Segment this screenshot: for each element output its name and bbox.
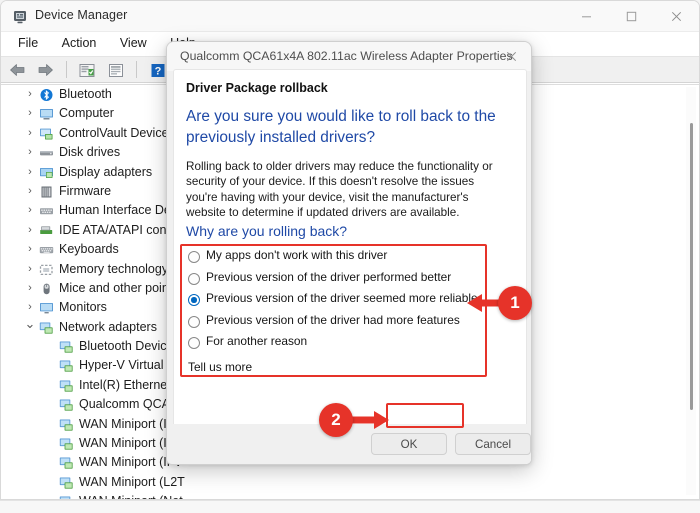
properties-icon[interactable] — [75, 58, 99, 82]
dialog-close-icon[interactable] — [491, 42, 531, 71]
tree-item-label: Monitors — [59, 300, 107, 315]
network-adapter-icon — [59, 418, 74, 432]
tree-item-label: Mice and other pointin — [59, 280, 182, 295]
rollback-reason-option[interactable]: My apps don't work with this driver — [186, 247, 498, 269]
rollback-reason-group: My apps don't work with this driver Previ… — [186, 247, 498, 355]
radio-label: For another reason — [206, 334, 308, 348]
maximize-button[interactable] — [609, 1, 654, 32]
controlvault-icon — [39, 127, 54, 141]
memory-icon — [39, 263, 54, 277]
tree-item-label: Keyboards — [59, 242, 119, 257]
tree-item-label: Disk drives — [59, 145, 121, 160]
rollback-subtitle: Driver Package rollback — [186, 81, 328, 95]
tree-item-label: WAN Miniport (L2T — [79, 474, 185, 489]
display-adapter-icon — [39, 166, 54, 180]
menu-item-view[interactable]: View — [111, 32, 157, 55]
rollback-reason-option[interactable]: Previous version of the driver had more … — [186, 312, 498, 334]
radio-button[interactable] — [188, 315, 200, 328]
radio-label: Previous version of the driver performed… — [206, 269, 452, 284]
chevron-right-icon[interactable]: › — [23, 240, 37, 259]
tell-us-more-label: Tell us more — [188, 360, 253, 374]
close-button[interactable] — [654, 1, 699, 32]
forward-arrow-icon[interactable] — [33, 58, 57, 82]
chevron-right-icon[interactable]: › — [23, 201, 37, 220]
radio-label: Previous version of the driver seemed mo… — [206, 291, 478, 305]
window-titlebar: Device Manager — [1, 1, 699, 32]
toolbar-separator — [65, 61, 67, 78]
annotation-badge-1: 1 — [498, 286, 532, 320]
tree-item-label: WAN Miniport (Net — [79, 492, 183, 499]
chevron-right-icon[interactable]: › — [23, 143, 37, 162]
chevron-right-icon[interactable]: › — [23, 182, 37, 201]
menu-item-action[interactable]: Action — [53, 32, 107, 55]
rollback-reason-option[interactable]: Previous version of the driver performed… — [186, 269, 498, 291]
keyboard-icon — [39, 243, 54, 257]
network-adapter-icon — [59, 379, 74, 393]
chevron-right-icon[interactable]: › — [23, 279, 37, 298]
tree-item-label: WAN Miniport (IP) — [79, 436, 180, 451]
radio-button[interactable] — [188, 272, 200, 285]
tree-item-label: Network adapters — [59, 319, 157, 334]
radio-button[interactable] — [188, 294, 200, 306]
adapter-properties-dialog: Qualcomm QCA61x4A 802.11ac Wireless Adap… — [166, 41, 532, 465]
window-title: Device Manager — [35, 8, 128, 22]
device-manager-icon — [12, 9, 28, 25]
chevron-right-icon[interactable]: › — [23, 104, 37, 123]
chevron-right-icon[interactable]: › — [23, 163, 37, 182]
scan-hardware-icon[interactable] — [104, 58, 128, 82]
cancel-button[interactable]: Cancel — [455, 433, 531, 455]
dialog-title: Qualcomm QCA61x4A 802.11ac Wireless Adap… — [180, 49, 513, 63]
tree-item-label: Bluetooth — [59, 87, 112, 101]
driver-rollback-panel: Driver Package rollback Are you sure you… — [173, 69, 531, 464]
chevron-right-icon[interactable]: › — [23, 221, 37, 240]
hid-icon — [39, 204, 54, 218]
network-adapter-icon — [59, 476, 74, 490]
disk-drive-icon — [39, 146, 54, 160]
tree-item[interactable]: WAN Miniport (Net — [1, 492, 699, 499]
dialog-titlebar: Qualcomm QCA61x4A 802.11ac Wireless Adap… — [167, 42, 531, 71]
network-adapter-icon — [39, 321, 54, 335]
network-adapter-icon — [59, 456, 74, 470]
chevron-right-icon[interactable]: › — [23, 260, 37, 279]
tree-scrollbar-thumb[interactable] — [689, 123, 693, 410]
bluetooth-icon — [39, 88, 54, 102]
chevron-right-icon[interactable]: › — [23, 124, 37, 143]
desktop-bottom-strip — [0, 500, 700, 513]
radio-label: Previous version of the driver had more … — [206, 312, 460, 327]
tree-item-label: Computer — [59, 106, 114, 121]
ide-controller-icon — [39, 224, 54, 238]
rollback-body-text: Rolling back to older drivers may reduce… — [186, 160, 493, 220]
rollback-reason-option[interactable]: For another reason — [186, 333, 498, 355]
monitor-icon — [39, 301, 54, 315]
computer-icon — [39, 107, 54, 121]
tree-item[interactable]: WAN Miniport (L2T — [1, 473, 699, 492]
back-arrow-icon[interactable] — [5, 58, 29, 82]
tree-item-label: Display adapters — [59, 164, 153, 179]
annotation-badge-2: 2 — [319, 403, 353, 437]
rollback-reason-option[interactable]: Previous version of the driver seemed mo… — [186, 290, 498, 312]
svg-text:?: ? — [154, 65, 161, 77]
rollback-heading: Are you sure you would like to roll back… — [186, 108, 496, 146]
network-adapter-icon — [59, 359, 74, 373]
minimize-button[interactable] — [564, 1, 609, 32]
toolbar-separator — [136, 61, 138, 78]
chevron-down-icon[interactable]: ⌄ — [23, 317, 37, 337]
menu-item-file[interactable]: File — [9, 32, 48, 55]
rollback-question: Why are you rolling back? — [186, 223, 348, 239]
chevron-right-icon[interactable]: › — [23, 85, 37, 104]
ok-button[interactable]: OK — [371, 433, 447, 455]
radio-label: My apps don't work with this driver — [206, 248, 388, 262]
tree-item-label: ControlVault Device — [59, 125, 169, 140]
firmware-icon — [39, 185, 54, 199]
network-adapter-icon — [59, 398, 74, 412]
network-adapter-icon — [59, 340, 74, 354]
chevron-right-icon[interactable]: › — [23, 298, 37, 317]
radio-button[interactable] — [188, 337, 200, 349]
screen: Device Manager File Action View Help — [0, 0, 700, 513]
mouse-icon — [39, 282, 54, 296]
tree-scrollbar[interactable] — [686, 87, 696, 495]
network-adapter-icon — [59, 437, 74, 451]
tree-item-label: Firmware — [59, 183, 112, 198]
radio-button[interactable] — [188, 251, 200, 263]
